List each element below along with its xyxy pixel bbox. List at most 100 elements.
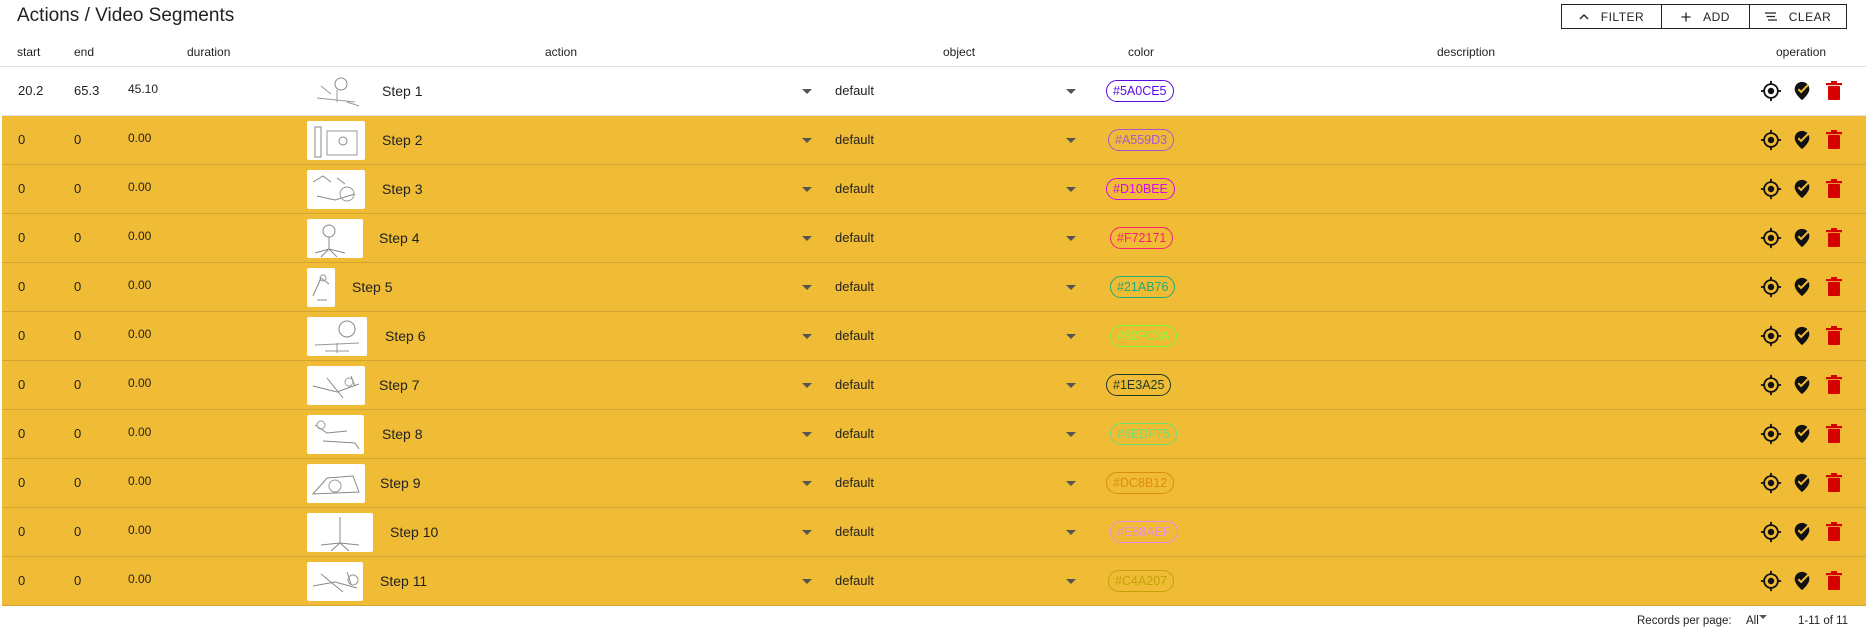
action-dropdown-icon[interactable] (802, 236, 812, 241)
object-dropdown-icon[interactable] (1066, 432, 1076, 437)
table-row[interactable]: 0 0 0.00 Step 2 default #A559D3 (2, 116, 1866, 165)
crosshairs-gps-icon[interactable] (1759, 275, 1783, 299)
object-select-value[interactable]: default (835, 426, 874, 441)
map-marker-check-icon[interactable] (1790, 569, 1814, 593)
header-object[interactable]: object (943, 45, 975, 59)
crosshairs-gps-icon[interactable] (1759, 569, 1783, 593)
header-action[interactable]: action (545, 45, 577, 59)
trash-can-icon[interactable] (1822, 569, 1846, 593)
action-select-value[interactable]: Step 10 (390, 524, 438, 540)
crosshairs-gps-icon[interactable] (1759, 177, 1783, 201)
color-chip[interactable]: #F72171 (1110, 227, 1174, 249)
table-row[interactable]: 0 0 0.00 Step 6 default #82FC3A (2, 312, 1866, 361)
action-dropdown-icon[interactable] (802, 530, 812, 535)
action-dropdown-icon[interactable] (802, 481, 812, 486)
map-marker-check-icon[interactable] (1790, 79, 1814, 103)
action-select-value[interactable]: Step 7 (379, 377, 419, 393)
crosshairs-gps-icon[interactable] (1759, 79, 1783, 103)
object-dropdown-icon[interactable] (1066, 285, 1076, 290)
action-select-value[interactable]: Step 4 (379, 230, 419, 246)
trash-can-icon[interactable] (1822, 471, 1846, 495)
object-dropdown-icon[interactable] (1066, 481, 1076, 486)
map-marker-check-icon[interactable] (1790, 275, 1814, 299)
header-description[interactable]: description (1437, 45, 1495, 59)
map-marker-check-icon[interactable] (1790, 373, 1814, 397)
action-dropdown-icon[interactable] (802, 89, 812, 94)
action-dropdown-icon[interactable] (802, 187, 812, 192)
trash-can-icon[interactable] (1822, 128, 1846, 152)
table-row[interactable]: 0 0 0.00 Step 11 default #C4A207 (2, 557, 1866, 606)
table-row[interactable]: 0 0 0.00 Step 4 default #F72171 (2, 214, 1866, 263)
action-select-value[interactable]: Step 9 (380, 475, 420, 491)
object-dropdown-icon[interactable] (1066, 530, 1076, 535)
object-select-value[interactable]: default (835, 230, 874, 245)
object-select-value[interactable]: default (835, 377, 874, 392)
filter-button[interactable]: FILTER (1561, 4, 1662, 29)
action-select-value[interactable]: Step 5 (352, 279, 392, 295)
object-select-value[interactable]: default (835, 83, 874, 98)
crosshairs-gps-icon[interactable] (1759, 422, 1783, 446)
action-dropdown-icon[interactable] (802, 383, 812, 388)
map-marker-check-icon[interactable] (1790, 422, 1814, 446)
color-chip[interactable]: #D10BEE (1106, 178, 1175, 200)
crosshairs-gps-icon[interactable] (1759, 373, 1783, 397)
object-select-value[interactable]: default (835, 279, 874, 294)
object-dropdown-icon[interactable] (1066, 236, 1076, 241)
action-dropdown-icon[interactable] (802, 432, 812, 437)
color-chip[interactable]: #DC8B12 (1106, 472, 1175, 494)
object-select-value[interactable]: default (835, 524, 874, 539)
color-chip[interactable]: #6EDF75 (1110, 423, 1177, 445)
color-chip[interactable]: #5A0CE5 (1106, 80, 1174, 102)
action-select-value[interactable]: Step 11 (380, 573, 427, 589)
trash-can-icon[interactable] (1822, 177, 1846, 201)
action-select-value[interactable]: Step 1 (382, 83, 422, 99)
object-select-value[interactable]: default (835, 181, 874, 196)
object-select-value[interactable]: default (835, 328, 874, 343)
header-operation[interactable]: operation (1776, 45, 1826, 59)
action-select-value[interactable]: Step 3 (382, 181, 422, 197)
header-duration[interactable]: duration (187, 45, 230, 59)
object-dropdown-icon[interactable] (1066, 579, 1076, 584)
add-button[interactable]: ADD (1661, 4, 1750, 29)
color-chip[interactable]: #A559D3 (1108, 129, 1175, 151)
crosshairs-gps-icon[interactable] (1759, 471, 1783, 495)
table-row[interactable]: 0 0 0.00 Step 7 default #1E3A25 (2, 361, 1866, 410)
trash-can-icon[interactable] (1822, 275, 1846, 299)
action-dropdown-icon[interactable] (802, 285, 812, 290)
color-chip[interactable]: #21AB76 (1110, 276, 1176, 298)
action-dropdown-icon[interactable] (802, 579, 812, 584)
object-dropdown-icon[interactable] (1066, 187, 1076, 192)
trash-can-icon[interactable] (1822, 520, 1846, 544)
map-marker-check-icon[interactable] (1790, 177, 1814, 201)
table-row[interactable]: 0 0 0.00 Step 10 default #E88AEF (2, 508, 1866, 557)
map-marker-check-icon[interactable] (1790, 128, 1814, 152)
object-select-value[interactable]: default (835, 132, 874, 147)
action-select-value[interactable]: Step 2 (382, 132, 422, 148)
color-chip[interactable]: #C4A207 (1108, 570, 1175, 592)
header-color[interactable]: color (1128, 45, 1154, 59)
map-marker-check-icon[interactable] (1790, 471, 1814, 495)
color-chip[interactable]: #1E3A25 (1106, 374, 1172, 396)
trash-can-icon[interactable] (1822, 226, 1846, 250)
object-dropdown-icon[interactable] (1066, 383, 1076, 388)
trash-can-icon[interactable] (1822, 422, 1846, 446)
object-dropdown-icon[interactable] (1066, 89, 1076, 94)
map-marker-check-icon[interactable] (1790, 520, 1814, 544)
object-select-value[interactable]: default (835, 573, 874, 588)
crosshairs-gps-icon[interactable] (1759, 128, 1783, 152)
crosshairs-gps-icon[interactable] (1759, 324, 1783, 348)
color-chip[interactable]: #E88AEF (1110, 521, 1178, 543)
action-dropdown-icon[interactable] (802, 138, 812, 143)
crosshairs-gps-icon[interactable] (1759, 226, 1783, 250)
object-select-value[interactable]: default (835, 475, 874, 490)
clear-button[interactable]: CLEAR (1749, 4, 1847, 29)
map-marker-check-icon[interactable] (1790, 324, 1814, 348)
table-row[interactable]: 0 0 0.00 Step 8 default #6EDF75 (2, 410, 1866, 459)
trash-can-icon[interactable] (1822, 373, 1846, 397)
action-select-value[interactable]: Step 6 (385, 328, 425, 344)
map-marker-check-icon[interactable] (1790, 226, 1814, 250)
table-row[interactable]: 0 0 0.00 Step 3 default #D10BEE (2, 165, 1866, 214)
action-dropdown-icon[interactable] (802, 334, 812, 339)
crosshairs-gps-icon[interactable] (1759, 520, 1783, 544)
table-row[interactable]: 0 0 0.00 Step 9 default #DC8B12 (2, 459, 1866, 508)
